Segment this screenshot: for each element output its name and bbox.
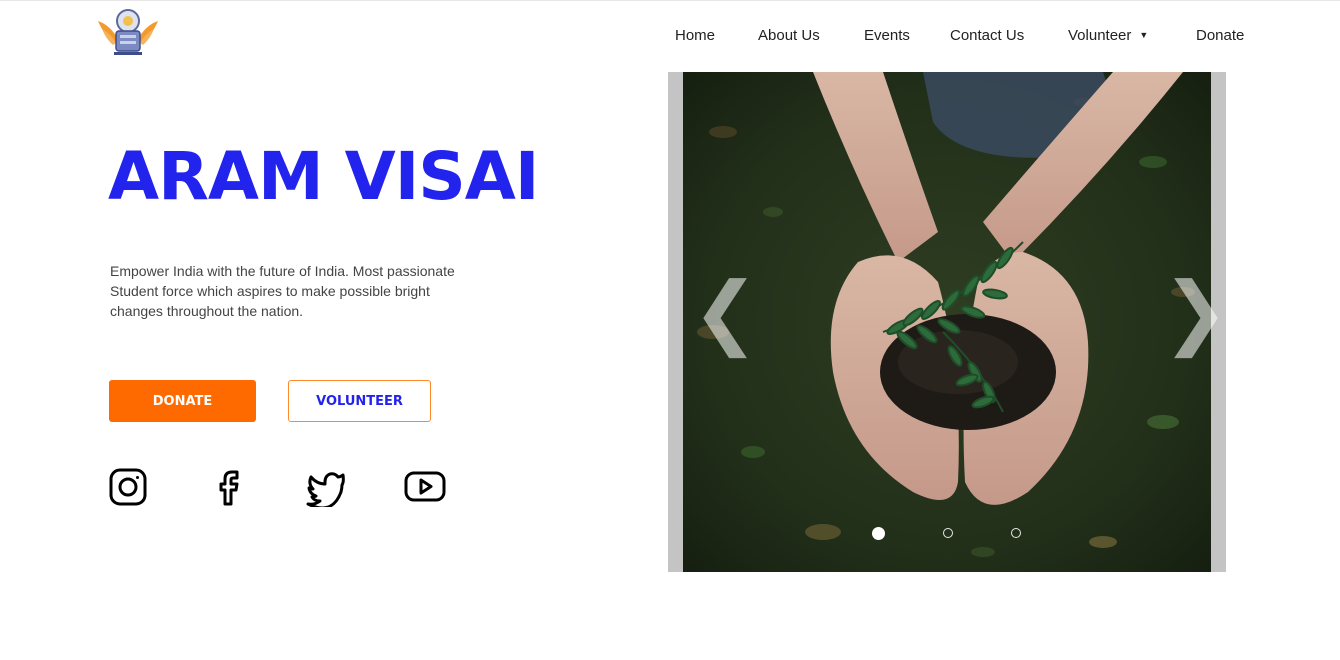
nav-home[interactable]: Home [675, 27, 715, 44]
site-logo[interactable] [96, 5, 160, 59]
hero-title: ARAM VISAI [108, 138, 539, 215]
carousel-indicator-1[interactable] [872, 527, 885, 540]
nav-contact-us[interactable]: Contact Us [950, 27, 1024, 44]
carousel-indicator-3[interactable] [1011, 528, 1021, 538]
facebook-icon[interactable] [208, 467, 248, 507]
nav-donate[interactable]: Donate [1196, 27, 1244, 44]
hero-description: Empower India with the future of India. … [110, 263, 455, 319]
nav-volunteer-label: Volunteer [1068, 27, 1132, 44]
donate-button[interactable]: DONATE [109, 380, 256, 422]
carousel-indicator-2[interactable] [943, 528, 953, 538]
youtube-icon[interactable] [404, 467, 446, 507]
carousel-prev-arrow-icon[interactable]: ❮ [692, 272, 759, 352]
nav-volunteer[interactable]: Volunteer ▼ [1068, 27, 1148, 44]
nav-events[interactable]: Events [864, 27, 910, 44]
nav-about-us[interactable]: About Us [758, 27, 820, 44]
twitter-icon[interactable] [306, 467, 346, 510]
dropdown-caret-icon: ▼ [1139, 30, 1149, 40]
instagram-icon[interactable] [108, 467, 148, 507]
volunteer-button[interactable]: VOLUNTEER [288, 380, 431, 422]
carousel-slide-image [683, 72, 1211, 572]
hero-carousel: ❮ ❯ [668, 72, 1229, 572]
carousel-next-arrow-icon[interactable]: ❯ [1162, 272, 1229, 352]
